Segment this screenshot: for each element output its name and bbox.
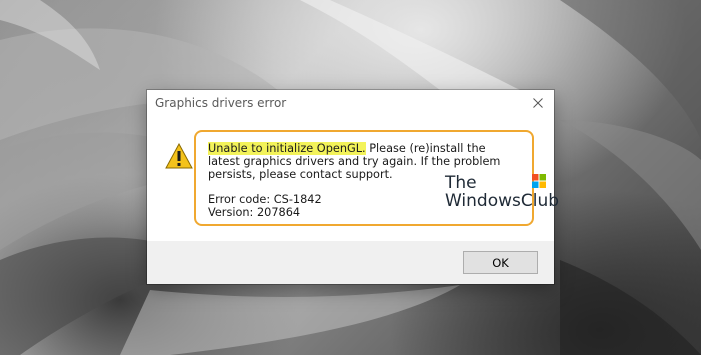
dialog-titlebar: Graphics drivers error bbox=[147, 90, 554, 118]
message-highlight: Unable to initialize OpenGL. bbox=[208, 142, 366, 155]
dialog-footer: OK bbox=[147, 241, 554, 284]
watermark-logo-icon bbox=[532, 174, 546, 188]
error-dialog: Graphics drivers error Unable to initial… bbox=[147, 90, 560, 284]
watermark-line2: WindowsClub bbox=[445, 191, 560, 211]
watermark: The WindowsClub bbox=[445, 174, 560, 211]
close-button[interactable] bbox=[522, 90, 554, 116]
ok-button[interactable]: OK bbox=[463, 251, 538, 274]
close-icon bbox=[533, 98, 543, 108]
warning-icon bbox=[165, 143, 193, 169]
dialog-title: Graphics drivers error bbox=[155, 96, 287, 110]
